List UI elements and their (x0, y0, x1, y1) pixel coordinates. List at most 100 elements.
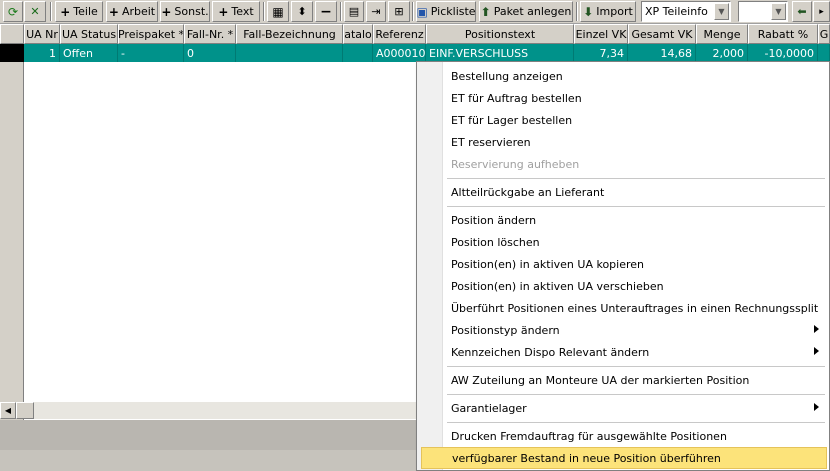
tool-button-3[interactable]: ⊞ (388, 1, 410, 22)
submenu-arrow-icon (814, 347, 819, 355)
col-header-ua-status[interactable]: UA Status (60, 24, 118, 44)
menu-item-position-verschieben[interactable]: Position(en) in aktiven UA verschieben (443, 275, 829, 297)
insert-icon: ⇥ (371, 5, 381, 18)
menu-item-garantielager[interactable]: Garantielager (443, 397, 829, 419)
submenu-arrow-icon (814, 403, 819, 411)
menu-item-et-reservieren[interactable]: ET reservieren (443, 131, 829, 153)
table-row[interactable]: 1 Offen - 0 A000010 EINF.VERSCHLUSS 7,34… (0, 44, 830, 62)
up-down-icon: ⬍ (297, 5, 307, 18)
back-button[interactable]: ⬅ (792, 1, 812, 22)
cell-gesamt-vk[interactable]: 14,68 (628, 44, 696, 62)
cell-g[interactable] (818, 44, 830, 62)
minus-icon: − (320, 3, 332, 20)
scroll-left-icon[interactable]: ◀ (0, 402, 16, 419)
add-labor-button[interactable]: + Arbeit (106, 1, 158, 22)
menu-item-position-aendern[interactable]: Position ändern (443, 209, 829, 231)
tool-button-2[interactable]: ⇥ (366, 1, 386, 22)
menu-separator (447, 394, 825, 395)
grid-icon: ▦ (272, 4, 284, 19)
add-text-button[interactable]: + Text (212, 1, 260, 22)
bottom-strip (0, 420, 418, 450)
horizontal-scrollbar[interactable]: ◀ (0, 402, 418, 419)
down-arrow-icon: ⬇ (583, 4, 594, 19)
chevron-down-icon[interactable]: ▼ (714, 3, 729, 20)
document-icon: ▣ (416, 4, 428, 19)
menu-item-aw-zuteilung[interactable]: AW Zuteilung an Monteure UA der markiert… (443, 369, 829, 391)
col-header-menge[interactable]: Menge (696, 24, 748, 44)
menu-separator (447, 366, 825, 367)
remove-button[interactable]: − (315, 1, 337, 22)
overflow-button[interactable]: ▸ (813, 1, 830, 22)
grid-header: UA Nr UA Status Preispaket * Fall-Nr. * … (0, 24, 830, 44)
menu-item-position-kopieren[interactable]: Position(en) in aktiven UA kopieren (443, 253, 829, 275)
cell-einzel-vk[interactable]: 7,34 (574, 44, 628, 62)
cell-referenz[interactable]: A000010 (373, 44, 426, 62)
refresh-icon: ⟳ (7, 4, 19, 19)
refresh-icon-button[interactable]: ⟳ (3, 1, 23, 22)
col-header-fall-bezeichnung[interactable]: Fall-Bezeichnung (236, 24, 343, 44)
chevron-down-icon[interactable]: ▼ (771, 3, 786, 20)
toolbar: ⟳ ✕ + Teile + Arbeit + Sonst. + Text ▦ ⬍ − ▤… (0, 0, 830, 24)
menu-item-reservierung-aufheben: Reservierung aufheben (451, 157, 580, 171)
cell-preispaket[interactable]: - (118, 44, 184, 62)
cell-ua-status[interactable]: Offen (60, 44, 118, 62)
col-header-einzel-vk[interactable]: Einzel VK (574, 24, 628, 44)
left-arrow-icon: ⬅ (797, 5, 807, 18)
menu-gutter (417, 62, 443, 470)
menu-item-bestellung-anzeigen[interactable]: Bestellung anzeigen (443, 65, 829, 87)
paket-anlegen-button[interactable]: ⬆ Paket anlegen (479, 1, 573, 22)
col-header-gesamt-vk[interactable]: Gesamt VK (628, 24, 696, 44)
cell-fall-bezeichnung[interactable] (236, 44, 343, 62)
cell-fall-nr[interactable]: 0 (184, 44, 236, 62)
menu-item-dispo-relevant[interactable]: Kennzeichen Dispo Relevant ändern (443, 341, 829, 363)
cell-ua-nr[interactable]: 1 (24, 44, 60, 62)
add-other-button[interactable]: + Sonst. (160, 1, 210, 22)
menu-item-rechnungssplit[interactable]: Überführt Positionen eines Unterauftrage… (443, 297, 829, 319)
tool-button-1[interactable]: ▤ (344, 1, 364, 22)
menu-item-drucken-fremdauftrag[interactable]: Drucken Fremdauftrag für ausgewählte Pos… (443, 425, 829, 447)
col-header-g[interactable]: G (818, 24, 830, 44)
cell-rabatt[interactable]: -10,0000 (748, 44, 818, 62)
col-header-katalog[interactable]: atalo (343, 24, 373, 44)
menu-item-bestand-ueberfuehren[interactable]: verfügbarer Bestand in neue Position übe… (421, 447, 827, 469)
cell-katalog[interactable] (343, 44, 373, 62)
col-header-fall-nr[interactable]: Fall-Nr. * (184, 24, 236, 44)
col-header-preispaket[interactable]: Preispaket * (118, 24, 184, 44)
plus-icon: + (108, 4, 119, 19)
import-button[interactable]: ⬇ Import (580, 1, 636, 22)
overflow-icon: ▸ (819, 6, 824, 17)
cell-positionstext[interactable]: EINF.VERSCHLUSS (426, 44, 574, 62)
excel-icon-button[interactable]: ✕ (24, 1, 46, 22)
submenu-arrow-icon (814, 325, 819, 333)
secondary-combo[interactable]: ▼ (738, 1, 788, 22)
plus-icon: + (161, 4, 172, 19)
table-icon: ▤ (348, 5, 360, 18)
menu-item-positionstyp-aendern[interactable]: Positionstyp ändern (443, 319, 829, 341)
cell-menge[interactable]: 2,000 (696, 44, 748, 62)
menu-separator (447, 422, 825, 423)
menu-item-altteilrueckgabe[interactable]: Altteilrückgabe an Lieferant (443, 181, 829, 203)
row-selector[interactable] (0, 44, 24, 62)
col-header-positionstext[interactable]: Positionstext (426, 24, 574, 44)
col-header-ua-nr[interactable]: UA Nr (24, 24, 60, 44)
plus-icon: + (60, 4, 71, 19)
excel-icon: ✕ (30, 5, 40, 18)
col-header-referenz[interactable]: Referenz (373, 24, 426, 44)
up-arrow-icon: ⬆ (480, 4, 491, 19)
tree-icon: ⊞ (394, 5, 404, 18)
plus-icon: + (218, 4, 229, 19)
menu-separator (447, 206, 825, 207)
scroll-thumb[interactable] (16, 402, 34, 419)
row-header-column (0, 62, 24, 420)
teileinfo-combo[interactable]: XP Teileinfo ▼ (641, 1, 731, 22)
menu-item-et-lager-bestellen[interactable]: ET für Lager bestellen (443, 109, 829, 131)
menu-item-et-auftrag-bestellen[interactable]: ET für Auftrag bestellen (443, 87, 829, 109)
move-up-down-button[interactable]: ⬍ (291, 1, 313, 22)
menu-item-position-loeschen[interactable]: Position löschen (443, 231, 829, 253)
menu-separator (447, 178, 825, 179)
col-header-rabatt[interactable]: Rabatt % (748, 24, 818, 44)
grid-icon-button[interactable]: ▦ (267, 1, 289, 22)
pickliste-button[interactable]: ▣ Pickliste (416, 1, 476, 22)
add-parts-button[interactable]: + Teile (55, 1, 103, 22)
context-menu: Bestellung anzeigen ET für Auftrag beste… (416, 61, 830, 471)
